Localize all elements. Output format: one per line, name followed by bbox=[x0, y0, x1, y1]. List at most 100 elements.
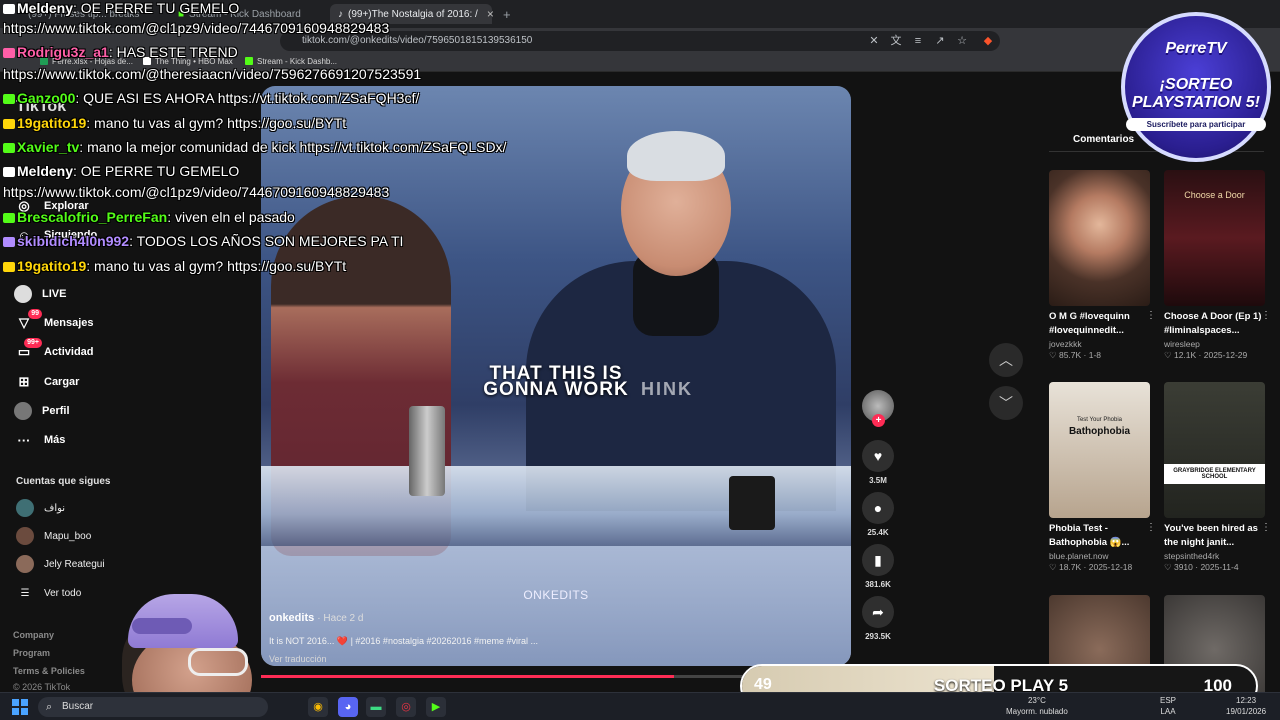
translate-icon[interactable]: 文 bbox=[888, 33, 904, 49]
following-account[interactable]: Jely Reategui bbox=[16, 554, 105, 574]
nav-mas[interactable]: ··· Más bbox=[14, 428, 66, 452]
chat-username: skibidich4l0n992 bbox=[17, 233, 130, 249]
new-tab-button[interactable]: + bbox=[495, 4, 519, 24]
related-video-card[interactable]: O M G #lovequinn #lovequinnedit... jovez… bbox=[1049, 170, 1156, 361]
chat-message: https://www.tiktok.com/@cl1pz9/video/744… bbox=[3, 184, 389, 200]
more-options-icon[interactable]: ⋮ bbox=[1146, 522, 1156, 533]
avatar bbox=[16, 527, 34, 545]
windows-taskbar: ⌕ Buscar ◉ ◕ ▬ ◎ ▶ 23°C Mayorm. nublado ES… bbox=[0, 692, 1280, 720]
following-account[interactable]: Mapu_boo bbox=[16, 526, 91, 546]
bookmark-count: 381.6K bbox=[865, 580, 891, 589]
webcam-cap-brim bbox=[132, 618, 192, 634]
brave-shield-icon[interactable]: ◆ bbox=[980, 33, 996, 49]
chat-message: skibidich4l0n992: TODOS LOS AÑOS SON MEJ… bbox=[3, 233, 403, 249]
clock[interactable]: 12:23 19/01/2026 bbox=[1226, 695, 1266, 717]
chevron-up-icon: ︿ bbox=[999, 352, 1013, 368]
chat-badge-icon bbox=[3, 262, 15, 272]
thumbnail-text: GRAYBRIDGE ELEMENTARY SCHOOL bbox=[1164, 464, 1265, 484]
chrome-taskbar-icon[interactable]: ◉ bbox=[308, 697, 328, 717]
bookmark-item[interactable]: Stream - Kick Dashb... bbox=[245, 57, 337, 66]
heart-icon[interactable]: ♥ bbox=[862, 440, 894, 472]
more-options-icon[interactable]: ⋮ bbox=[1146, 310, 1156, 321]
discord-taskbar-icon[interactable]: ◕ bbox=[338, 697, 358, 717]
see-translation-link[interactable]: Ver traducción bbox=[269, 654, 327, 664]
tiktok-icon: ♪ bbox=[338, 8, 343, 20]
next-video-button[interactable]: ﹀ bbox=[989, 386, 1023, 420]
nav-actividad[interactable]: ▭ 99+ Actividad bbox=[14, 338, 94, 364]
activity-icon: ▭ 99+ bbox=[14, 338, 42, 362]
thumbnail-text: Choose a Door bbox=[1184, 190, 1245, 200]
chat-message: https://www.tiktok.com/@theresiaacn/vide… bbox=[3, 66, 421, 82]
chat-separator: : bbox=[167, 209, 175, 225]
card-title: Choose A Door (Ep 1) #liminalspaces... bbox=[1164, 311, 1262, 336]
profile-icon bbox=[14, 402, 32, 420]
chat-badge-icon bbox=[3, 119, 15, 129]
more-icon: ··· bbox=[17, 432, 31, 448]
chat-text: https://www.tiktok.com/@cl1pz9/video/744… bbox=[3, 20, 390, 36]
video-author[interactable]: onkedits · Hace 2 d bbox=[269, 612, 363, 624]
bookmark-star-icon[interactable]: ☆ bbox=[954, 33, 970, 49]
comment-icon[interactable]: ● bbox=[862, 492, 894, 524]
follow-plus-icon[interactable]: + bbox=[872, 414, 885, 427]
windows-start-icon[interactable] bbox=[12, 699, 28, 715]
thumbnail-text: Bathophobia bbox=[1068, 426, 1131, 437]
more-options-icon[interactable]: ⋮ bbox=[1261, 522, 1271, 533]
chat-badge-icon bbox=[3, 48, 15, 58]
following-account[interactable]: نواف bbox=[16, 498, 65, 518]
share-icon[interactable]: ➦ bbox=[862, 596, 894, 628]
footer-link[interactable]: Company bbox=[13, 630, 54, 640]
weather-widget[interactable]: 23°C Mayorm. nublado bbox=[1006, 695, 1068, 717]
nav-cargar[interactable]: ⊞ Cargar bbox=[14, 370, 80, 394]
chat-badge-icon bbox=[3, 143, 15, 153]
nav-mensajes[interactable]: ▽ 99 Mensajes bbox=[14, 309, 94, 335]
related-video-card[interactable]: Choose a Door Choose A Door (Ep 1) #limi… bbox=[1164, 170, 1271, 361]
card-user[interactable]: stepsinthed4rk bbox=[1164, 551, 1265, 561]
video-lower-area bbox=[261, 546, 851, 666]
card-user[interactable]: wiresleep bbox=[1164, 339, 1265, 349]
chat-separator: : bbox=[86, 258, 95, 274]
nav-perfil[interactable]: Perfil bbox=[14, 399, 70, 423]
video-progress-fill bbox=[261, 675, 674, 678]
unread-badge: 99 bbox=[28, 309, 42, 319]
video-thumbnail: Choose a Door bbox=[1164, 170, 1265, 306]
share-page-icon[interactable]: ↗ bbox=[932, 33, 948, 49]
related-video-card[interactable]: GRAYBRIDGE ELEMENTARY SCHOOL You've been… bbox=[1164, 382, 1271, 573]
card-stats: ♡ 85.7K · 1-8 bbox=[1049, 350, 1102, 360]
previous-video-button[interactable]: ︿ bbox=[989, 343, 1023, 377]
see-all-link[interactable]: ☰ Ver todo bbox=[16, 583, 82, 603]
chat-badge-icon bbox=[3, 4, 15, 14]
video-cup bbox=[409, 406, 445, 496]
card-user[interactable]: blue.planet.now bbox=[1049, 551, 1150, 561]
kick-taskbar-icon[interactable]: ▶ bbox=[426, 697, 446, 717]
chat-username: Ganzo00 bbox=[17, 90, 76, 106]
video-player[interactable]: THAT THIS IS GONNA WORK HINK ONKEDITS on… bbox=[261, 86, 851, 666]
related-video-card[interactable]: Test Your Phobia Bathophobia Phobia Test… bbox=[1049, 382, 1156, 573]
more-options-icon[interactable]: ⋮ bbox=[1261, 310, 1271, 321]
chat-badge-icon bbox=[3, 167, 15, 177]
mute-icon[interactable]: ✕ bbox=[866, 33, 882, 49]
footer-link[interactable]: Program bbox=[13, 648, 50, 658]
avatar bbox=[16, 499, 34, 517]
chat-username: Meldeny bbox=[17, 163, 74, 179]
taskbar-search[interactable]: ⌕ Buscar bbox=[38, 697, 268, 717]
footer-link[interactable]: Terms & Policies bbox=[13, 666, 85, 676]
bookmark-icon[interactable]: ▮ bbox=[862, 544, 894, 576]
chat-message: Rodrigu3z_a1: HAS ESTE TREND bbox=[3, 44, 238, 60]
nav-live[interactable]: LIVE bbox=[14, 282, 66, 306]
video-mug bbox=[729, 476, 775, 530]
card-user[interactable]: jovezkkk bbox=[1049, 339, 1150, 349]
close-tab-icon[interactable]: × bbox=[487, 7, 494, 21]
language-indicator[interactable]: ESP LAA bbox=[1160, 695, 1176, 717]
chat-text: mano la mejor comunidad de kick https://… bbox=[87, 139, 507, 155]
video-caption-bottom: GONNA WORK bbox=[483, 379, 629, 400]
chat-message: Xavier_tv: mano la mejor comunidad de ki… bbox=[3, 139, 506, 155]
obs-taskbar-icon[interactable]: ◎ bbox=[396, 697, 416, 717]
chat-username: Rodrigu3z_a1 bbox=[17, 44, 109, 60]
chat-separator: : bbox=[73, 0, 81, 16]
chat-username: Meldeny bbox=[17, 0, 74, 16]
reader-icon[interactable]: ≡ bbox=[910, 33, 926, 49]
chat-username: Xavier_tv bbox=[17, 139, 80, 155]
chevron-down-icon: ﹀ bbox=[999, 395, 1013, 411]
app-taskbar-icon[interactable]: ▬ bbox=[366, 697, 386, 717]
card-stats: ♡ 3910 · 2025-11-4 bbox=[1164, 562, 1239, 572]
